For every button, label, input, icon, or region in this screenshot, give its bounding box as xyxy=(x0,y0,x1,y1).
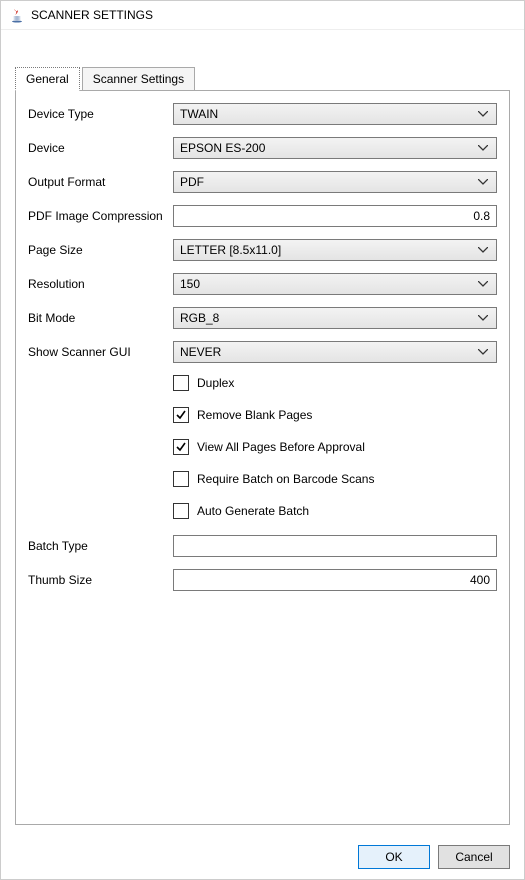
checkbox-remove-blank-pages[interactable] xyxy=(173,407,189,423)
tabstrip: General Scanner Settings xyxy=(15,66,510,90)
tab-label: General xyxy=(26,72,69,86)
label-page-size: Page Size xyxy=(28,243,173,257)
chevron-down-icon xyxy=(476,145,490,151)
chevron-down-icon xyxy=(476,179,490,185)
input-value: 400 xyxy=(470,573,490,587)
tab-general[interactable]: General xyxy=(15,67,80,91)
select-value: TWAIN xyxy=(180,107,476,121)
select-page-size[interactable]: LETTER [8.5x11.0] xyxy=(173,239,497,261)
ok-button[interactable]: OK xyxy=(358,845,430,869)
select-bit-mode[interactable]: RGB_8 xyxy=(173,307,497,329)
select-value: PDF xyxy=(180,175,476,189)
chevron-down-icon xyxy=(476,111,490,117)
checkbox-require-batch-barcode[interactable] xyxy=(173,471,189,487)
tab-label: Scanner Settings xyxy=(93,72,184,86)
label-show-scanner-gui: Show Scanner GUI xyxy=(28,345,173,359)
cancel-button[interactable]: Cancel xyxy=(438,845,510,869)
label-pdf-image-compression: PDF Image Compression xyxy=(28,209,173,223)
input-thumb-size[interactable]: 400 xyxy=(173,569,497,591)
input-value: 0.8 xyxy=(473,209,490,223)
select-value: RGB_8 xyxy=(180,311,476,325)
select-value: EPSON ES-200 xyxy=(180,141,476,155)
label-output-format: Output Format xyxy=(28,175,173,189)
label-thumb-size: Thumb Size xyxy=(28,573,173,587)
button-label: OK xyxy=(385,850,402,864)
label-batch-type: Batch Type xyxy=(28,539,173,553)
titlebar: SCANNER SETTINGS xyxy=(1,1,524,30)
select-device[interactable]: EPSON ES-200 xyxy=(173,137,497,159)
select-resolution[interactable]: 150 xyxy=(173,273,497,295)
java-app-icon xyxy=(9,7,25,23)
tab-panel-general: Device Type TWAIN Device EPSON ES-200 Ou… xyxy=(15,90,510,825)
checkbox-auto-generate-batch[interactable] xyxy=(173,503,189,519)
window-title: SCANNER SETTINGS xyxy=(31,8,153,22)
checkbox-label: Duplex xyxy=(197,376,234,390)
input-pdf-image-compression[interactable]: 0.8 xyxy=(173,205,497,227)
checkbox-view-all-pages[interactable] xyxy=(173,439,189,455)
checkbox-label: View All Pages Before Approval xyxy=(197,440,365,454)
select-device-type[interactable]: TWAIN xyxy=(173,103,497,125)
checkbox-label: Remove Blank Pages xyxy=(197,408,312,422)
chevron-down-icon xyxy=(476,247,490,253)
button-label: Cancel xyxy=(455,850,492,864)
select-value: 150 xyxy=(180,277,476,291)
chevron-down-icon xyxy=(476,315,490,321)
chevron-down-icon xyxy=(476,349,490,355)
chevron-down-icon xyxy=(476,281,490,287)
tab-scanner-settings[interactable]: Scanner Settings xyxy=(82,67,195,91)
label-device: Device xyxy=(28,141,173,155)
checkbox-label: Auto Generate Batch xyxy=(197,504,309,518)
label-device-type: Device Type xyxy=(28,107,173,121)
checkbox-label: Require Batch on Barcode Scans xyxy=(197,472,374,486)
input-batch-type[interactable] xyxy=(173,535,497,557)
select-output-format[interactable]: PDF xyxy=(173,171,497,193)
label-resolution: Resolution xyxy=(28,277,173,291)
checkbox-duplex[interactable] xyxy=(173,375,189,391)
label-bit-mode: Bit Mode xyxy=(28,311,173,325)
select-value: LETTER [8.5x11.0] xyxy=(180,243,476,257)
dialog-footer: OK Cancel xyxy=(1,835,524,879)
select-show-scanner-gui[interactable]: NEVER xyxy=(173,341,497,363)
select-value: NEVER xyxy=(180,345,476,359)
